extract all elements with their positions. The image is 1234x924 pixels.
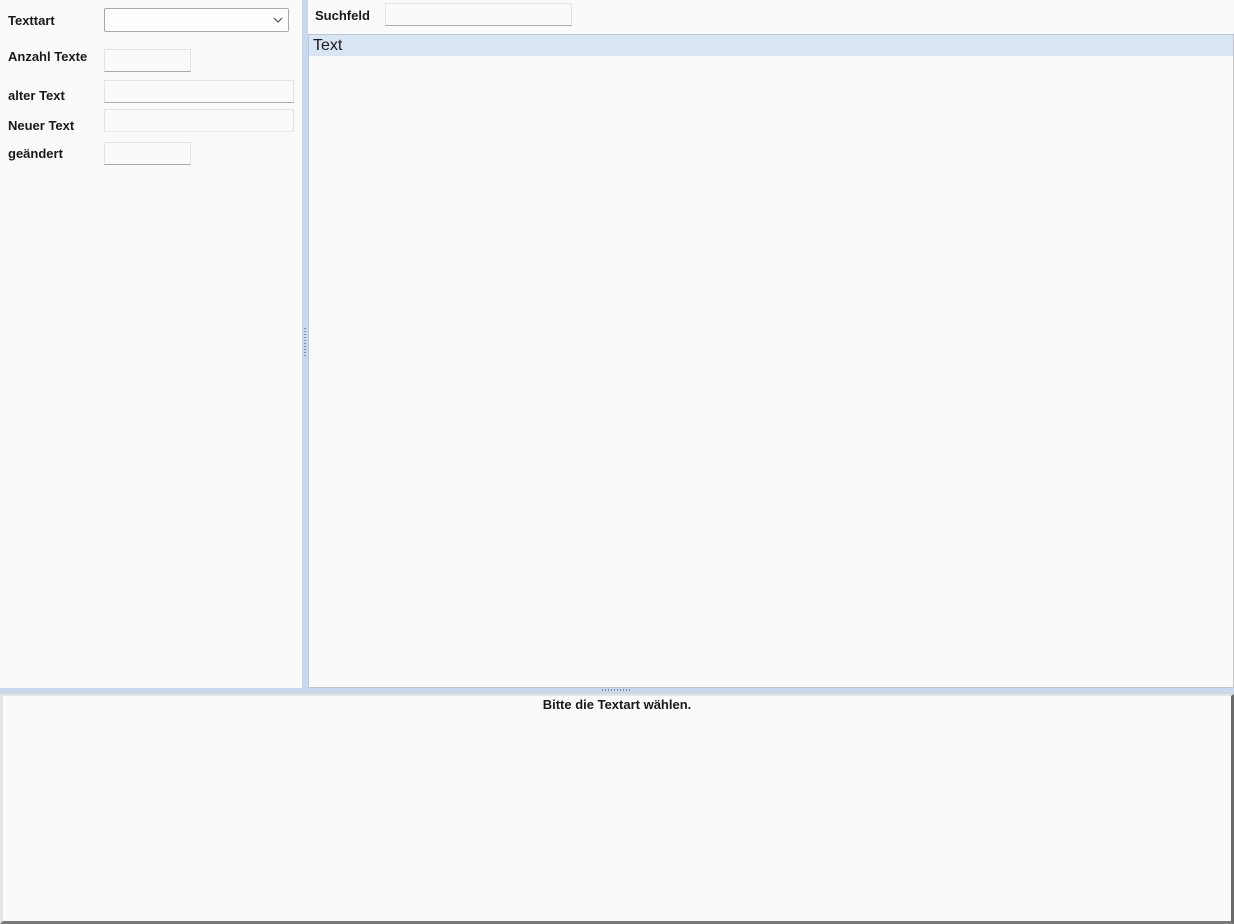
- neuer-text-field[interactable]: [104, 109, 294, 132]
- chevron-down-icon[interactable]: [272, 15, 284, 25]
- detail-form-panel: Texttart Anzahl Texte alter Text Neuer T…: [0, 0, 302, 688]
- message-panel: Bitte die Textart wählen.: [0, 694, 1234, 924]
- neuer-text-label: Neuer Text: [8, 118, 75, 133]
- texttart-select[interactable]: [104, 8, 289, 32]
- splitter-grip-icon: [602, 689, 632, 691]
- search-input[interactable]: [385, 3, 572, 26]
- anzahl-texte-field[interactable]: [104, 49, 191, 72]
- column-header-text: Text: [313, 37, 343, 54]
- status-message: Bitte die Textart wählen.: [542, 697, 692, 712]
- texttart-label: Texttart: [8, 13, 55, 28]
- anzahl-texte-label: Anzahl Texte: [8, 49, 88, 64]
- app-window: Texttart Anzahl Texte alter Text Neuer T…: [0, 0, 1234, 924]
- geaendert-label: geändert: [8, 146, 63, 161]
- alter-text-field[interactable]: [104, 80, 294, 103]
- search-label: Suchfeld: [315, 8, 370, 23]
- text-list-panel: Suchfeld Text: [308, 0, 1234, 688]
- geaendert-field[interactable]: [104, 142, 191, 165]
- alter-text-label: alter Text: [8, 88, 65, 103]
- splitter-grip-icon: [304, 328, 306, 358]
- list-column-header[interactable]: Text: [309, 35, 1233, 56]
- text-list[interactable]: Text: [308, 34, 1234, 688]
